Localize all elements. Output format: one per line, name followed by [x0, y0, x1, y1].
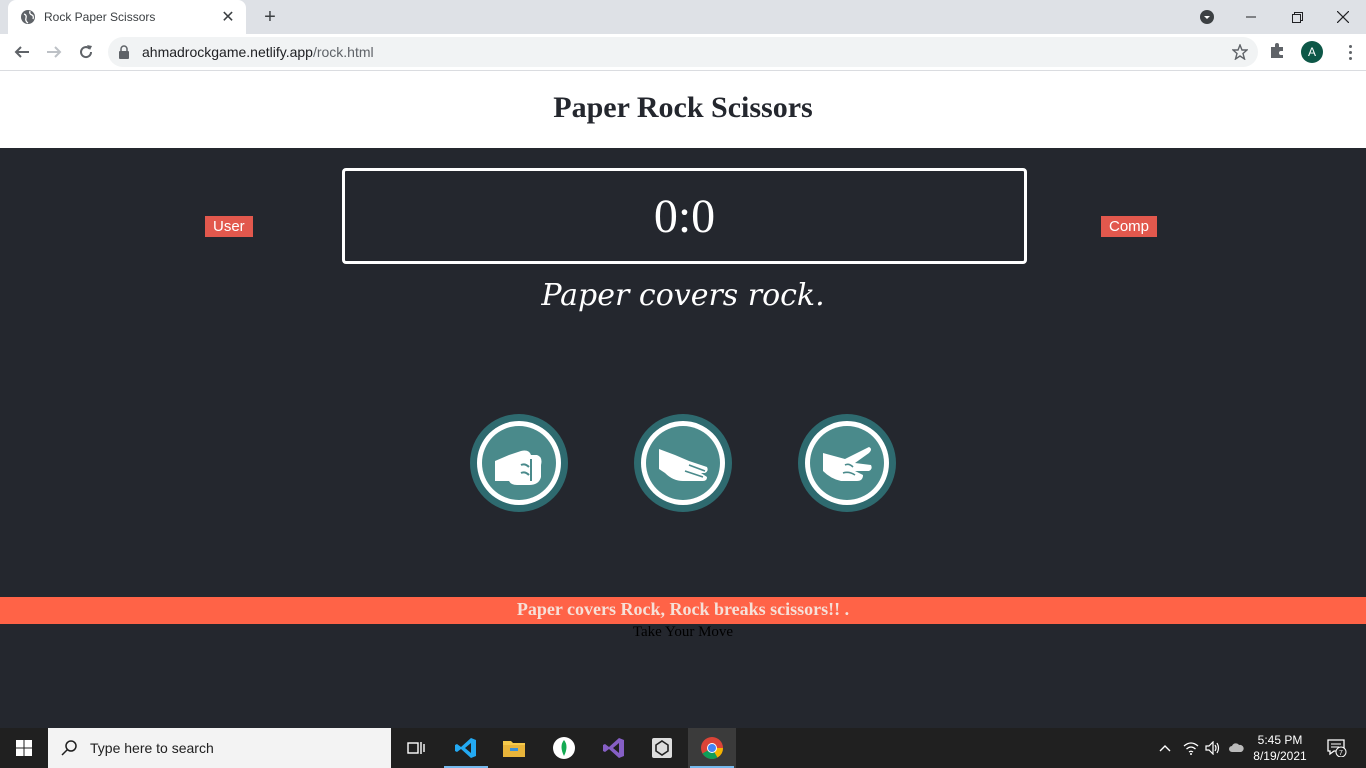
task-view-icon: [407, 742, 425, 754]
arrow-left-icon: [14, 46, 29, 58]
vscode-icon: [455, 738, 476, 758]
clock-time: 5:45 PM: [1257, 733, 1303, 747]
search-icon: [61, 740, 77, 756]
search-placeholder: Type here to search: [90, 740, 214, 756]
address-bar[interactable]: ahmadrockgame.netlify.app/rock.html: [108, 37, 1258, 67]
arrow-right-icon: [47, 46, 62, 58]
minimize-button[interactable]: [1228, 0, 1274, 34]
reload-icon: [80, 45, 93, 59]
scoreboard: 0:0: [342, 168, 1027, 264]
rules-banner: Paper covers Rock, Rock breaks scissors!…: [0, 597, 1366, 624]
reload-button[interactable]: [72, 38, 100, 66]
forward-button[interactable]: [40, 38, 68, 66]
close-window-button[interactable]: [1320, 0, 1366, 34]
vscode-taskbar-button[interactable]: [442, 728, 490, 768]
browser-toolbar: ahmadrockgame.netlify.app/rock.html A: [0, 34, 1366, 71]
mongodb-compass-taskbar-button[interactable]: [540, 728, 588, 768]
rock-choice-button[interactable]: [470, 414, 568, 512]
visual-studio-icon: [603, 738, 624, 758]
restore-button[interactable]: [1274, 0, 1320, 34]
notification-count: 7: [1339, 750, 1343, 757]
minimize-icon: [1246, 16, 1256, 18]
action-center-button[interactable]: 7: [1322, 728, 1352, 768]
new-tab-button[interactable]: +: [258, 5, 282, 29]
speaker-icon: [1205, 741, 1220, 755]
url-host: ahmadrockgame.netlify.app: [142, 44, 313, 60]
start-button[interactable]: [0, 728, 48, 768]
open-hand-icon: [659, 449, 708, 481]
leaf-icon: [553, 737, 575, 759]
peace-hand-icon: [823, 447, 872, 481]
chrome-taskbar-button[interactable]: [688, 728, 736, 768]
tab-search-button[interactable]: [1196, 6, 1218, 28]
folder-icon: [503, 741, 525, 757]
user-label: User: [205, 216, 253, 237]
back-button[interactable]: [8, 38, 36, 66]
taskbar-search-box[interactable]: Type here to search: [48, 728, 391, 768]
unity-taskbar-button[interactable]: [638, 728, 686, 768]
cloud-icon: [1229, 743, 1244, 752]
task-view-button[interactable]: [392, 728, 440, 768]
url-path: /rock.html: [312, 44, 374, 60]
taskbar: Type here to search 5:45 PM 8/19/2021 7: [0, 728, 1366, 768]
comp-label: Comp: [1101, 216, 1158, 237]
page-title: Paper Rock Scissors: [553, 91, 813, 124]
volume-button[interactable]: [1202, 728, 1224, 768]
onedrive-button[interactable]: [1226, 728, 1246, 768]
browser-menu-icon[interactable]: [1340, 42, 1360, 62]
move-prompt: Take Your Move: [632, 624, 734, 640]
show-hidden-icons-button[interactable]: [1154, 728, 1176, 768]
chevron-down-icon: [1200, 10, 1214, 24]
visual-studio-taskbar-button[interactable]: [590, 728, 638, 768]
wifi-icon: [1183, 742, 1199, 755]
browser-tab[interactable]: Rock Paper Scissors ✕: [8, 0, 246, 34]
url-text: ahmadrockgame.netlify.app/rock.html: [142, 44, 374, 60]
chevron-up-icon: [1159, 745, 1171, 752]
tab-title: Rock Paper Scissors: [44, 10, 156, 24]
notification-icon: 7: [1327, 739, 1347, 757]
windows-logo-icon: [16, 740, 32, 756]
fist-icon: [495, 450, 542, 485]
file-explorer-taskbar-button[interactable]: [490, 728, 538, 768]
restore-icon: [1291, 11, 1303, 23]
scissors-choice-button[interactable]: [798, 414, 896, 512]
clock-date: 8/19/2021: [1253, 749, 1307, 763]
browser-tabstrip: Rock Paper Scissors ✕ +: [0, 0, 1366, 34]
result-message: Paper covers rock.: [541, 278, 825, 313]
page-header: Paper Rock Scissors: [0, 71, 1366, 148]
close-icon: [1337, 11, 1349, 23]
taskbar-clock[interactable]: 5:45 PM 8/19/2021: [1244, 732, 1316, 764]
bookmark-star-icon[interactable]: [1232, 44, 1248, 60]
lock-icon: [119, 45, 129, 59]
extensions-puzzle-icon[interactable]: [1268, 42, 1286, 60]
close-tab-icon[interactable]: ✕: [218, 7, 238, 27]
chrome-icon: [701, 737, 723, 759]
paper-choice-button[interactable]: [634, 414, 732, 512]
globe-icon: [21, 10, 35, 24]
unity-icon: [652, 738, 672, 758]
score-text: 0:0: [653, 189, 716, 243]
profile-avatar[interactable]: A: [1301, 41, 1323, 63]
game-area: User Comp 0:0 Paper covers rock. Paper c…: [0, 148, 1366, 728]
network-button[interactable]: [1180, 728, 1202, 768]
